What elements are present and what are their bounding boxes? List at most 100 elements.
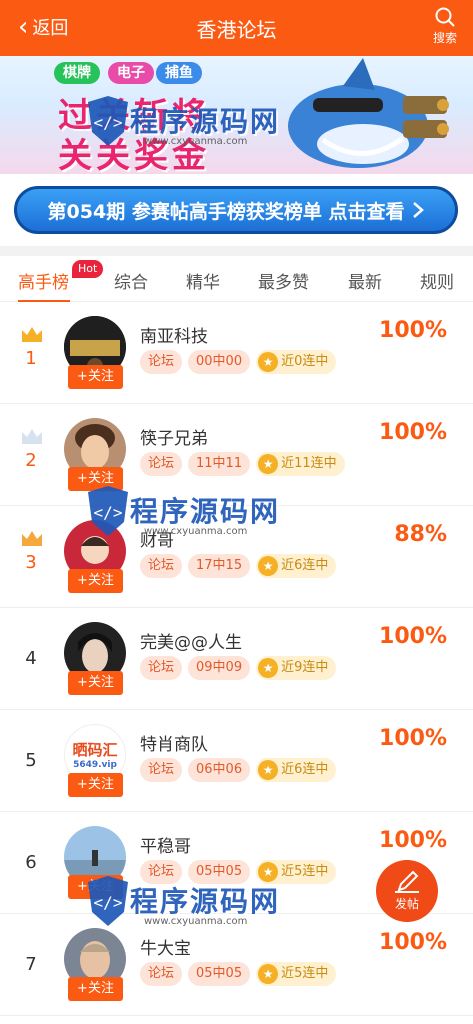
streak-text: 近0连中: [281, 354, 329, 369]
win-percent: 88%: [394, 522, 447, 547]
stats-chips: 论坛 11中11 ★ 近11连中: [140, 452, 345, 476]
streak-chip: ★ 近11连中: [256, 452, 345, 476]
watermark-url: www.cxyuanma.com: [144, 526, 248, 537]
tab-most-liked[interactable]: 最多赞: [258, 268, 309, 293]
streak-text: 近9连中: [281, 660, 329, 675]
ranking-row[interactable]: 5 晒码汇 5649.vip +关注 特肖商队 论坛 06中06 ★ 近6连中 1…: [0, 710, 473, 812]
forum-chip: 论坛: [140, 452, 183, 476]
user-name[interactable]: 完美@@人生: [140, 628, 242, 653]
streak-chip: ★ 近5连中: [256, 962, 337, 986]
svg-text:</>: </>: [94, 113, 123, 132]
star-icon: ★: [258, 964, 279, 984]
banner-tag-electronic: 电子: [108, 62, 154, 84]
win-percent: 100%: [379, 828, 447, 853]
user-name[interactable]: 特肖商队: [140, 730, 208, 755]
user-name[interactable]: 平稳哥: [140, 832, 191, 857]
streak-chip: ★ 近9连中: [256, 656, 337, 680]
svg-text:</>: </>: [94, 893, 123, 912]
new-post-label: 发帖: [394, 897, 419, 911]
win-percent: 100%: [379, 318, 447, 343]
record-chip: 17中15: [188, 554, 251, 578]
section-divider: [0, 246, 473, 256]
rank-number: 1: [25, 348, 37, 369]
tab-featured[interactable]: 精华: [186, 268, 220, 293]
streak-text: 近6连中: [281, 762, 329, 777]
streak-text: 近11连中: [281, 456, 337, 471]
tab-general[interactable]: 综合: [114, 268, 148, 293]
promo-ranking-button[interactable]: 第054期 参赛帖高手榜获奖榜单 点击查看: [14, 186, 458, 234]
forum-chip: 论坛: [140, 554, 183, 578]
star-icon: ★: [258, 454, 279, 474]
pencil-icon: [395, 870, 419, 893]
streak-chip: ★ 近6连中: [256, 758, 337, 782]
user-name[interactable]: 南亚科技: [140, 322, 208, 347]
user-name[interactable]: 筷子兄弟: [140, 424, 208, 449]
forum-chip: 论坛: [140, 350, 183, 374]
page-title: 香港论坛: [196, 18, 277, 42]
watermark-url: www.cxyuanma.com: [144, 136, 248, 147]
watermark-text: 程序源码网: [130, 495, 281, 528]
new-post-button[interactable]: 发帖: [376, 860, 438, 922]
app-header: ‹ 返回 香港论坛 搜索: [0, 0, 473, 56]
svg-text:</>: </>: [94, 503, 123, 522]
ranking-row[interactable]: 4 +关注 完美@@人生 论坛 09中09 ★ 近9连中 100%: [0, 608, 473, 710]
search-icon: [435, 7, 455, 27]
tab-bar: 高手榜 Hot 综合 精华 最多赞 最新 规则: [0, 256, 473, 302]
watermark-logo-icon: </>: [88, 876, 128, 926]
bronze-crown-icon: [22, 531, 42, 546]
streak-text: 近6连中: [281, 558, 329, 573]
stats-chips: 论坛 00中00 ★ 近0连中: [140, 350, 337, 374]
record-chip: 09中09: [188, 656, 251, 680]
follow-button[interactable]: +关注: [68, 365, 123, 389]
stats-chips: 论坛 17中15 ★ 近6连中: [140, 554, 337, 578]
follow-button[interactable]: +关注: [68, 671, 123, 695]
ranking-row[interactable]: 1 +关注 南亚科技 论坛 00中00 ★ 近0连中 100%: [0, 302, 473, 404]
record-chip: 05中05: [188, 962, 251, 986]
watermark-logo-icon: </>: [88, 96, 128, 146]
stats-chips: 论坛 05中05 ★ 近5连中: [140, 962, 337, 986]
search-button[interactable]: 搜索: [427, 6, 463, 46]
watermark: </> 程序源码网 www.cxyuanma.com: [84, 96, 294, 160]
record-chip: 11中11: [188, 452, 251, 476]
streak-chip: ★ 近6连中: [256, 554, 337, 578]
star-icon: ★: [258, 760, 279, 780]
tab-rules[interactable]: 规则: [420, 268, 454, 293]
win-percent: 100%: [379, 420, 447, 445]
watermark-url: www.cxyuanma.com: [144, 916, 248, 927]
star-icon: ★: [258, 556, 279, 576]
record-chip: 06中06: [188, 758, 251, 782]
streak-text: 近5连中: [281, 966, 329, 981]
banner-tag-fishing: 捕鱼: [156, 62, 202, 84]
avatar-logo-text: 晒码汇: [72, 741, 118, 759]
hot-badge: Hot: [72, 260, 104, 278]
watermark-text: 程序源码网: [130, 885, 281, 918]
win-percent: 100%: [379, 930, 447, 955]
follow-button[interactable]: +关注: [68, 977, 123, 1001]
win-percent: 100%: [379, 624, 447, 649]
search-label: 搜索: [432, 31, 457, 45]
chevron-right-icon: [413, 202, 425, 218]
avatar-logo-url: 5649.vip: [73, 760, 117, 770]
forum-chip: 论坛: [140, 656, 183, 680]
tab-experts[interactable]: 高手榜: [18, 268, 69, 293]
rank-number: 5: [25, 750, 37, 771]
stats-chips: 论坛 09中09 ★ 近9连中: [140, 656, 337, 680]
record-chip: 00中00: [188, 350, 251, 374]
silver-crown-icon: [22, 429, 42, 444]
forum-chip: 论坛: [140, 758, 183, 782]
watermark: </> 程序源码网 www.cxyuanma.com: [84, 876, 294, 940]
rank-number: 2: [25, 450, 37, 471]
rank-number: 4: [25, 648, 37, 669]
watermark-text: 程序源码网: [130, 105, 281, 138]
tab-latest[interactable]: 最新: [348, 268, 382, 293]
star-icon: ★: [258, 658, 279, 678]
rank-number: 7: [25, 954, 37, 975]
gold-crown-icon: [22, 327, 42, 342]
rank-number: 6: [25, 852, 37, 873]
forum-chip: 论坛: [140, 962, 183, 986]
follow-button[interactable]: +关注: [68, 569, 123, 593]
follow-button[interactable]: +关注: [68, 773, 123, 797]
promo-text: 第054期 参赛帖高手榜获奖榜单 点击查看: [47, 200, 405, 223]
watermark-logo-icon: </>: [88, 486, 128, 536]
banner-tag-chess: 棋牌: [54, 62, 100, 84]
